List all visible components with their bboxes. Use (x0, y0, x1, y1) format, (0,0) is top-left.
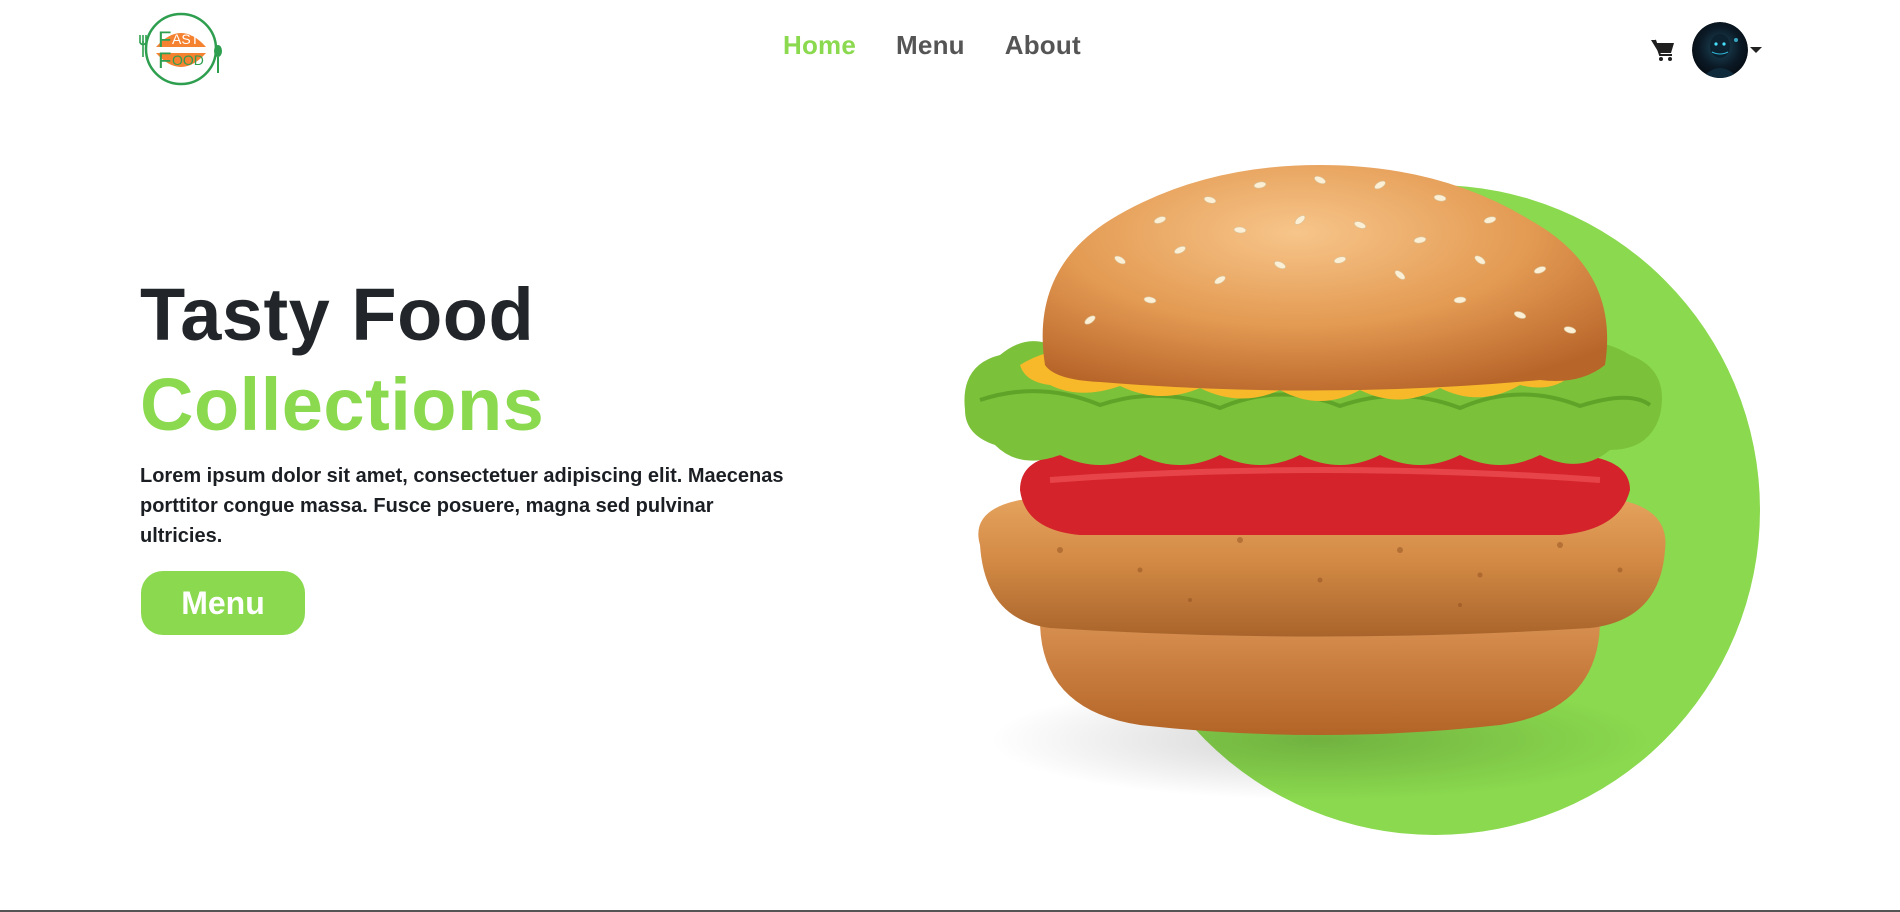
main-nav: Home Menu About (783, 30, 1081, 61)
hero-title-line-1: Tasty Food (140, 273, 535, 356)
burger-illustration (940, 150, 1760, 850)
user-menu[interactable] (1692, 22, 1762, 78)
nav-link-about[interactable]: About (1005, 30, 1081, 61)
hero-title-line-2: Collections (140, 363, 545, 446)
user-avatar[interactable] (1692, 22, 1748, 78)
chevron-down-icon[interactable] (1750, 47, 1762, 53)
shopping-cart-icon[interactable] (1650, 38, 1676, 62)
logo-initial-2: F (158, 48, 171, 73)
menu-button[interactable]: Menu (141, 571, 305, 635)
hero-description: Lorem ipsum dolor sit amet, consectetuer… (140, 465, 784, 547)
hero-title: Tasty Food Collections (140, 270, 544, 450)
fast-food-logo[interactable]: F AST F OOD (138, 11, 224, 87)
logo-text-2: OOD (172, 52, 204, 68)
logo-text-1: AST (172, 31, 200, 47)
nav-link-home[interactable]: Home (783, 30, 856, 61)
nav-link-menu[interactable]: Menu (896, 30, 965, 61)
site-header: F AST F OOD Home Menu About (0, 0, 1900, 100)
